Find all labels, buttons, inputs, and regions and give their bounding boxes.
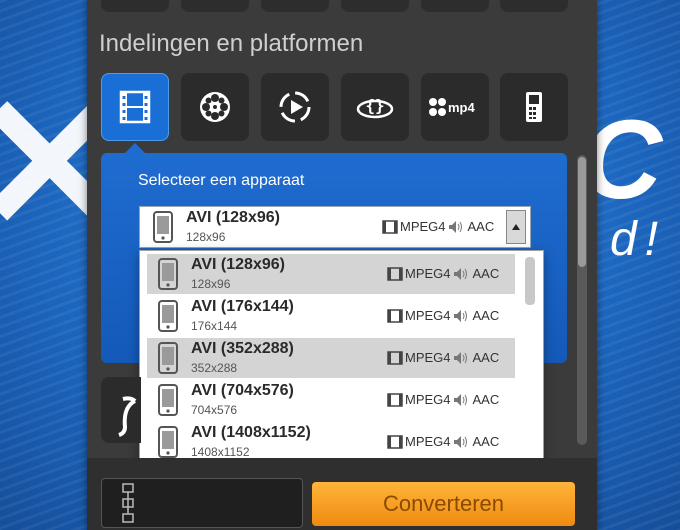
tab-mobile[interactable] [500, 73, 568, 141]
dropdown-item-codecs: MPEG4 AAC [387, 392, 499, 407]
selected-device-resolution: 128x96 [186, 230, 226, 244]
audio-codec: AAC [472, 392, 500, 407]
device-label: Selecteer een apparaat [138, 172, 305, 189]
video-codec: MPEG4 [405, 350, 451, 365]
video-codec: MPEG4 [400, 219, 446, 234]
caret-up-icon [512, 224, 520, 230]
phone-icon [158, 384, 178, 416]
play-circle-icon [279, 91, 311, 123]
mp4-icon: mp4 [429, 98, 476, 116]
dropdown-item-codecs: MPEG4 AAC [387, 350, 499, 365]
selected-device-name: AVI (128x96) [186, 209, 280, 226]
flash-icon [118, 396, 137, 437]
audio-codec: AAC [472, 308, 500, 323]
svg-text:mp4: mp4 [448, 100, 476, 115]
top-row-button[interactable] [101, 0, 169, 12]
speaker-icon [448, 220, 462, 233]
dropdown-item-resolution: 704x576 [191, 403, 238, 417]
phone-icon [153, 211, 173, 243]
phone-icon [158, 426, 178, 458]
top-row-button[interactable] [181, 0, 249, 12]
dropdown-item-name: AVI (128x96) [191, 256, 285, 273]
dropdown-item-resolution: 1408x1152 [191, 445, 250, 459]
phone-icon [158, 258, 178, 290]
dropdown-item-codecs: MPEG4 AAC [387, 266, 499, 281]
top-row-button[interactable] [341, 0, 409, 12]
phone-icon [158, 300, 178, 332]
speaker-icon [453, 267, 467, 280]
panel-scrollbar-thumb[interactable] [578, 157, 586, 267]
dropdown-item[interactable]: AVI (176x144) 176x144 MPEG4 AAC [147, 296, 515, 336]
tab-video-formats[interactable] [101, 73, 169, 141]
dropdown-item[interactable]: AVI (1408x1152) 1408x1152 MPEG4 AAC [147, 422, 515, 462]
tab-play[interactable] [261, 73, 329, 141]
tab-film-reel[interactable] [181, 73, 249, 141]
panel-scrollbar[interactable] [577, 155, 587, 445]
tab-html5[interactable]: {} [341, 73, 409, 141]
dropdown-item[interactable]: AVI (128x96) 128x96 MPEG4 AAC [147, 254, 515, 294]
audio-codec: AAC [472, 350, 500, 365]
audio-codec: AAC [472, 434, 500, 449]
video-codec: MPEG4 [405, 392, 451, 407]
add-files-button[interactable] [101, 478, 303, 528]
selected-codecs: MPEG4 AAC [382, 219, 494, 234]
top-row-button[interactable] [261, 0, 329, 12]
top-row-button[interactable] [500, 0, 568, 12]
dropdown-scrollbar-thumb[interactable] [525, 257, 535, 305]
film-codec-icon [387, 350, 403, 365]
background-decorative-text: d! [609, 213, 666, 266]
speaker-icon [453, 351, 467, 364]
film-codec-icon [387, 266, 403, 281]
film-codec-icon [387, 434, 403, 449]
audio-codec: AAC [467, 219, 495, 234]
tab-mp4[interactable]: mp4 [421, 73, 489, 141]
dropdown-item-resolution: 352x288 [191, 361, 238, 375]
video-codec: MPEG4 [405, 266, 451, 281]
video-codec: MPEG4 [405, 434, 451, 449]
film-codec-icon [387, 308, 403, 323]
convert-button[interactable]: Converteren [312, 482, 575, 526]
top-row-button[interactable] [421, 0, 489, 12]
video-codec: MPEG4 [405, 308, 451, 323]
section-title: Indelingen en platformen [99, 30, 364, 57]
audio-codec: AAC [472, 266, 500, 281]
dropdown-item-resolution: 176x144 [191, 319, 238, 333]
dropdown-item-name: AVI (352x288) [191, 340, 294, 357]
dropdown-item-name: AVI (1408x1152) [191, 424, 311, 441]
film-codec-icon [382, 219, 398, 234]
mobile-phone-icon [526, 92, 542, 122]
device-select[interactable]: AVI (128x96) 128x96 MPEG4 AAC [139, 206, 531, 248]
tree-icon [122, 483, 134, 523]
panel-pointer [125, 143, 145, 153]
speaker-icon [453, 393, 467, 406]
dropdown-item-name: AVI (704x576) [191, 382, 294, 399]
film-codec-icon [387, 392, 403, 407]
dropdown-item-resolution: 128x96 [191, 277, 231, 291]
dropdown-item[interactable]: AVI (704x576) 704x576 MPEG4 AAC [147, 380, 515, 420]
dropdown-item-codecs: MPEG4 AAC [387, 434, 499, 449]
html5-braces-icon: {} [356, 96, 394, 119]
dropdown-toggle-button[interactable] [506, 210, 526, 244]
flash-format-button[interactable] [101, 377, 141, 443]
speaker-icon [453, 309, 467, 322]
speaker-icon [453, 435, 467, 448]
dropdown-item-name: AVI (176x144) [191, 298, 294, 315]
film-reel-icon [200, 92, 230, 122]
dropdown-item-codecs: MPEG4 AAC [387, 308, 499, 323]
svg-text:{}: {} [365, 96, 384, 115]
phone-icon [158, 342, 178, 374]
dropdown-item[interactable]: AVI (352x288) 352x288 MPEG4 AAC [147, 338, 515, 378]
film-strip-icon [119, 90, 151, 124]
